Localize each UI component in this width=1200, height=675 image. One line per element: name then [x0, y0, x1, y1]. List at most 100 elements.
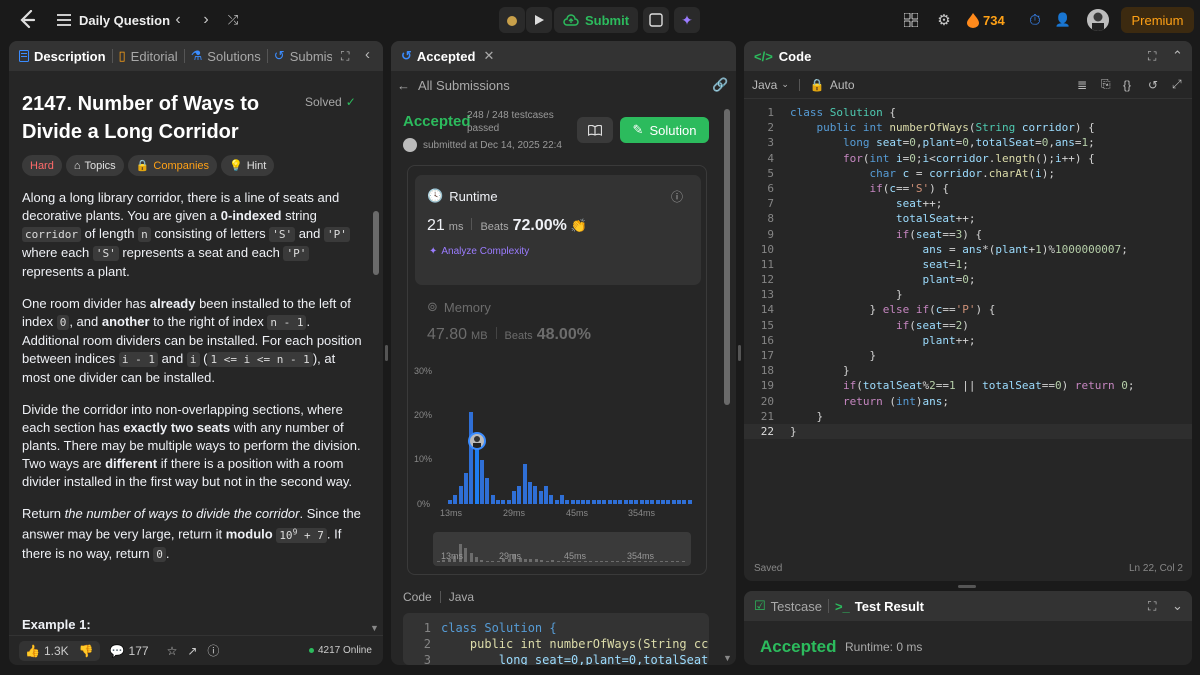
chart-bar[interactable]: [543, 486, 548, 504]
collapse-chevron-icon[interactable]: ⌃: [1172, 48, 1183, 64]
tab-testcase[interactable]: ☑ Testcase: [754, 598, 822, 614]
layout-icon[interactable]: [903, 12, 919, 28]
panel-resize-handle[interactable]: [958, 585, 976, 588]
chart-bar[interactable]: [623, 499, 628, 504]
chart-bar[interactable]: [655, 499, 660, 504]
daily-question-title[interactable]: Daily Question: [79, 11, 170, 29]
chart-bar[interactable]: [479, 460, 484, 504]
avatar[interactable]: [1087, 9, 1109, 31]
prev-problem-icon[interactable]: ‹: [169, 10, 187, 30]
scroll-down-icon[interactable]: ▼: [370, 623, 379, 633]
chart-bar[interactable]: [607, 499, 612, 504]
chart-bar[interactable]: [618, 499, 623, 504]
chart-bar[interactable]: [495, 499, 500, 504]
close-icon[interactable]: ✕: [483, 48, 494, 64]
leetcode-logo-icon[interactable]: [18, 10, 38, 30]
chart-bar[interactable]: [639, 499, 644, 504]
chart-bar[interactable]: [559, 495, 564, 504]
scrollbar-thumb[interactable]: [373, 211, 379, 275]
notes-icon[interactable]: [643, 7, 669, 33]
back-to-submissions[interactable]: ← All Submissions: [397, 75, 510, 95]
maximize-icon[interactable]: ⛶: [1148, 599, 1156, 614]
companies-tag[interactable]: 🔒 Companies: [127, 155, 218, 176]
chart-bar[interactable]: [517, 486, 522, 504]
maximize-icon[interactable]: ⛶: [1148, 49, 1156, 64]
chart-bar[interactable]: [570, 499, 575, 504]
chart-bar[interactable]: [490, 495, 495, 504]
chart-bar[interactable]: [549, 495, 554, 504]
link-icon[interactable]: 🔗: [712, 77, 728, 93]
chart-bar[interactable]: [485, 477, 490, 504]
panel-resize-handle[interactable]: [385, 345, 388, 361]
chart-bar[interactable]: [538, 490, 543, 504]
add-friend-icon[interactable]: 👤: [1053, 11, 1073, 29]
tab-editorial[interactable]: ▯ Editorial: [119, 48, 178, 64]
chart-bar[interactable]: [527, 482, 532, 504]
comments-button[interactable]: 💬 177: [110, 644, 149, 658]
chart-bar[interactable]: [453, 495, 458, 504]
analyze-complexity-link[interactable]: ✦ Analyze Complexity: [429, 246, 529, 257]
reset-icon[interactable]: ↺: [1148, 78, 1158, 92]
tab-solutions[interactable]: ⚗ Solutions: [191, 48, 261, 64]
chart-bar[interactable]: [682, 499, 687, 504]
code-editor[interactable]: 1 class Solution { 2 public int numberOfW…: [744, 105, 1192, 495]
expand-icon[interactable]: ⤢: [1172, 77, 1182, 92]
accepted-tab[interactable]: ↺ Accepted ✕: [391, 41, 736, 71]
collapse-chevron-icon[interactable]: ‹: [365, 46, 370, 63]
ai-sparkle-icon[interactable]: ✦: [674, 7, 700, 33]
format-icon[interactable]: ≣: [1077, 78, 1087, 92]
thumbs-down-icon[interactable]: 👎: [79, 644, 94, 658]
auto-save-toggle[interactable]: 🔒 Auto: [810, 78, 855, 92]
chart-bar[interactable]: [448, 499, 452, 504]
editorial-button[interactable]: [577, 117, 613, 143]
chart-bar[interactable]: [463, 473, 468, 504]
chart-bar[interactable]: [645, 499, 650, 504]
chart-bar[interactable]: [575, 499, 580, 504]
memory-box[interactable]: ⊚ Memory 47.80 MB Beats 48.00%: [415, 285, 701, 355]
problem-list-icon[interactable]: [56, 12, 72, 28]
chart-bar[interactable]: [650, 499, 655, 504]
premium-button[interactable]: Premium: [1121, 7, 1194, 33]
chart-bar[interactable]: [671, 499, 676, 504]
chart-bar[interactable]: [602, 499, 607, 504]
chart-bar[interactable]: [613, 499, 618, 504]
panel-resize-handle[interactable]: [738, 345, 741, 361]
streak-counter[interactable]: 734: [967, 11, 1005, 29]
help-icon[interactable]: ⓘ: [207, 642, 219, 659]
chart-bar[interactable]: [506, 499, 511, 504]
chart-bar[interactable]: [597, 499, 602, 504]
chart-bar[interactable]: [629, 499, 634, 504]
next-problem-icon[interactable]: ›: [197, 10, 215, 30]
settings-gear-icon[interactable]: ⚙: [935, 11, 953, 29]
tab-description[interactable]: Description: [19, 49, 106, 64]
hint-tag[interactable]: 💡 Hint: [221, 155, 275, 176]
run-button[interactable]: [526, 7, 552, 33]
chart-bar[interactable]: [661, 499, 666, 504]
maximize-icon[interactable]: ⛶: [341, 49, 349, 64]
chart-bar[interactable]: [677, 499, 682, 504]
chart-bar[interactable]: [634, 499, 639, 504]
scroll-down-icon[interactable]: ▼: [723, 653, 732, 663]
chart-bar[interactable]: [554, 499, 559, 504]
chart-bar[interactable]: [565, 499, 570, 504]
chart-bar[interactable]: [666, 499, 671, 504]
chart-bar[interactable]: [469, 411, 474, 504]
tab-test-result[interactable]: >_ Test Result: [835, 599, 924, 614]
share-icon[interactable]: ↗: [187, 644, 197, 658]
topics-tag[interactable]: ⌂ Topics: [65, 155, 124, 176]
runtime-box[interactable]: 🕓 Runtime ⓘ 21 ms Beats 72.00% 👏 ✦ Analy…: [415, 175, 701, 285]
solution-button[interactable]: ✎ Solution: [620, 117, 709, 143]
chart-bar[interactable]: [533, 486, 538, 504]
chart-bar[interactable]: [586, 499, 591, 504]
braces-icon[interactable]: {}: [1123, 78, 1131, 92]
submit-button[interactable]: Submit: [554, 7, 638, 33]
shuffle-icon[interactable]: ⤮: [224, 11, 242, 29]
range-slider[interactable]: 13ms 29ms 45ms 354ms: [433, 532, 691, 566]
chart-bar[interactable]: [581, 499, 586, 504]
language-select[interactable]: Java ⌄: [752, 78, 789, 92]
chart-bar[interactable]: [501, 499, 506, 504]
info-icon[interactable]: ⓘ: [671, 188, 683, 205]
star-icon[interactable]: ☆: [167, 644, 178, 658]
collapse-chevron-icon[interactable]: ⌄: [1172, 598, 1183, 614]
chart-bar[interactable]: [458, 486, 463, 504]
